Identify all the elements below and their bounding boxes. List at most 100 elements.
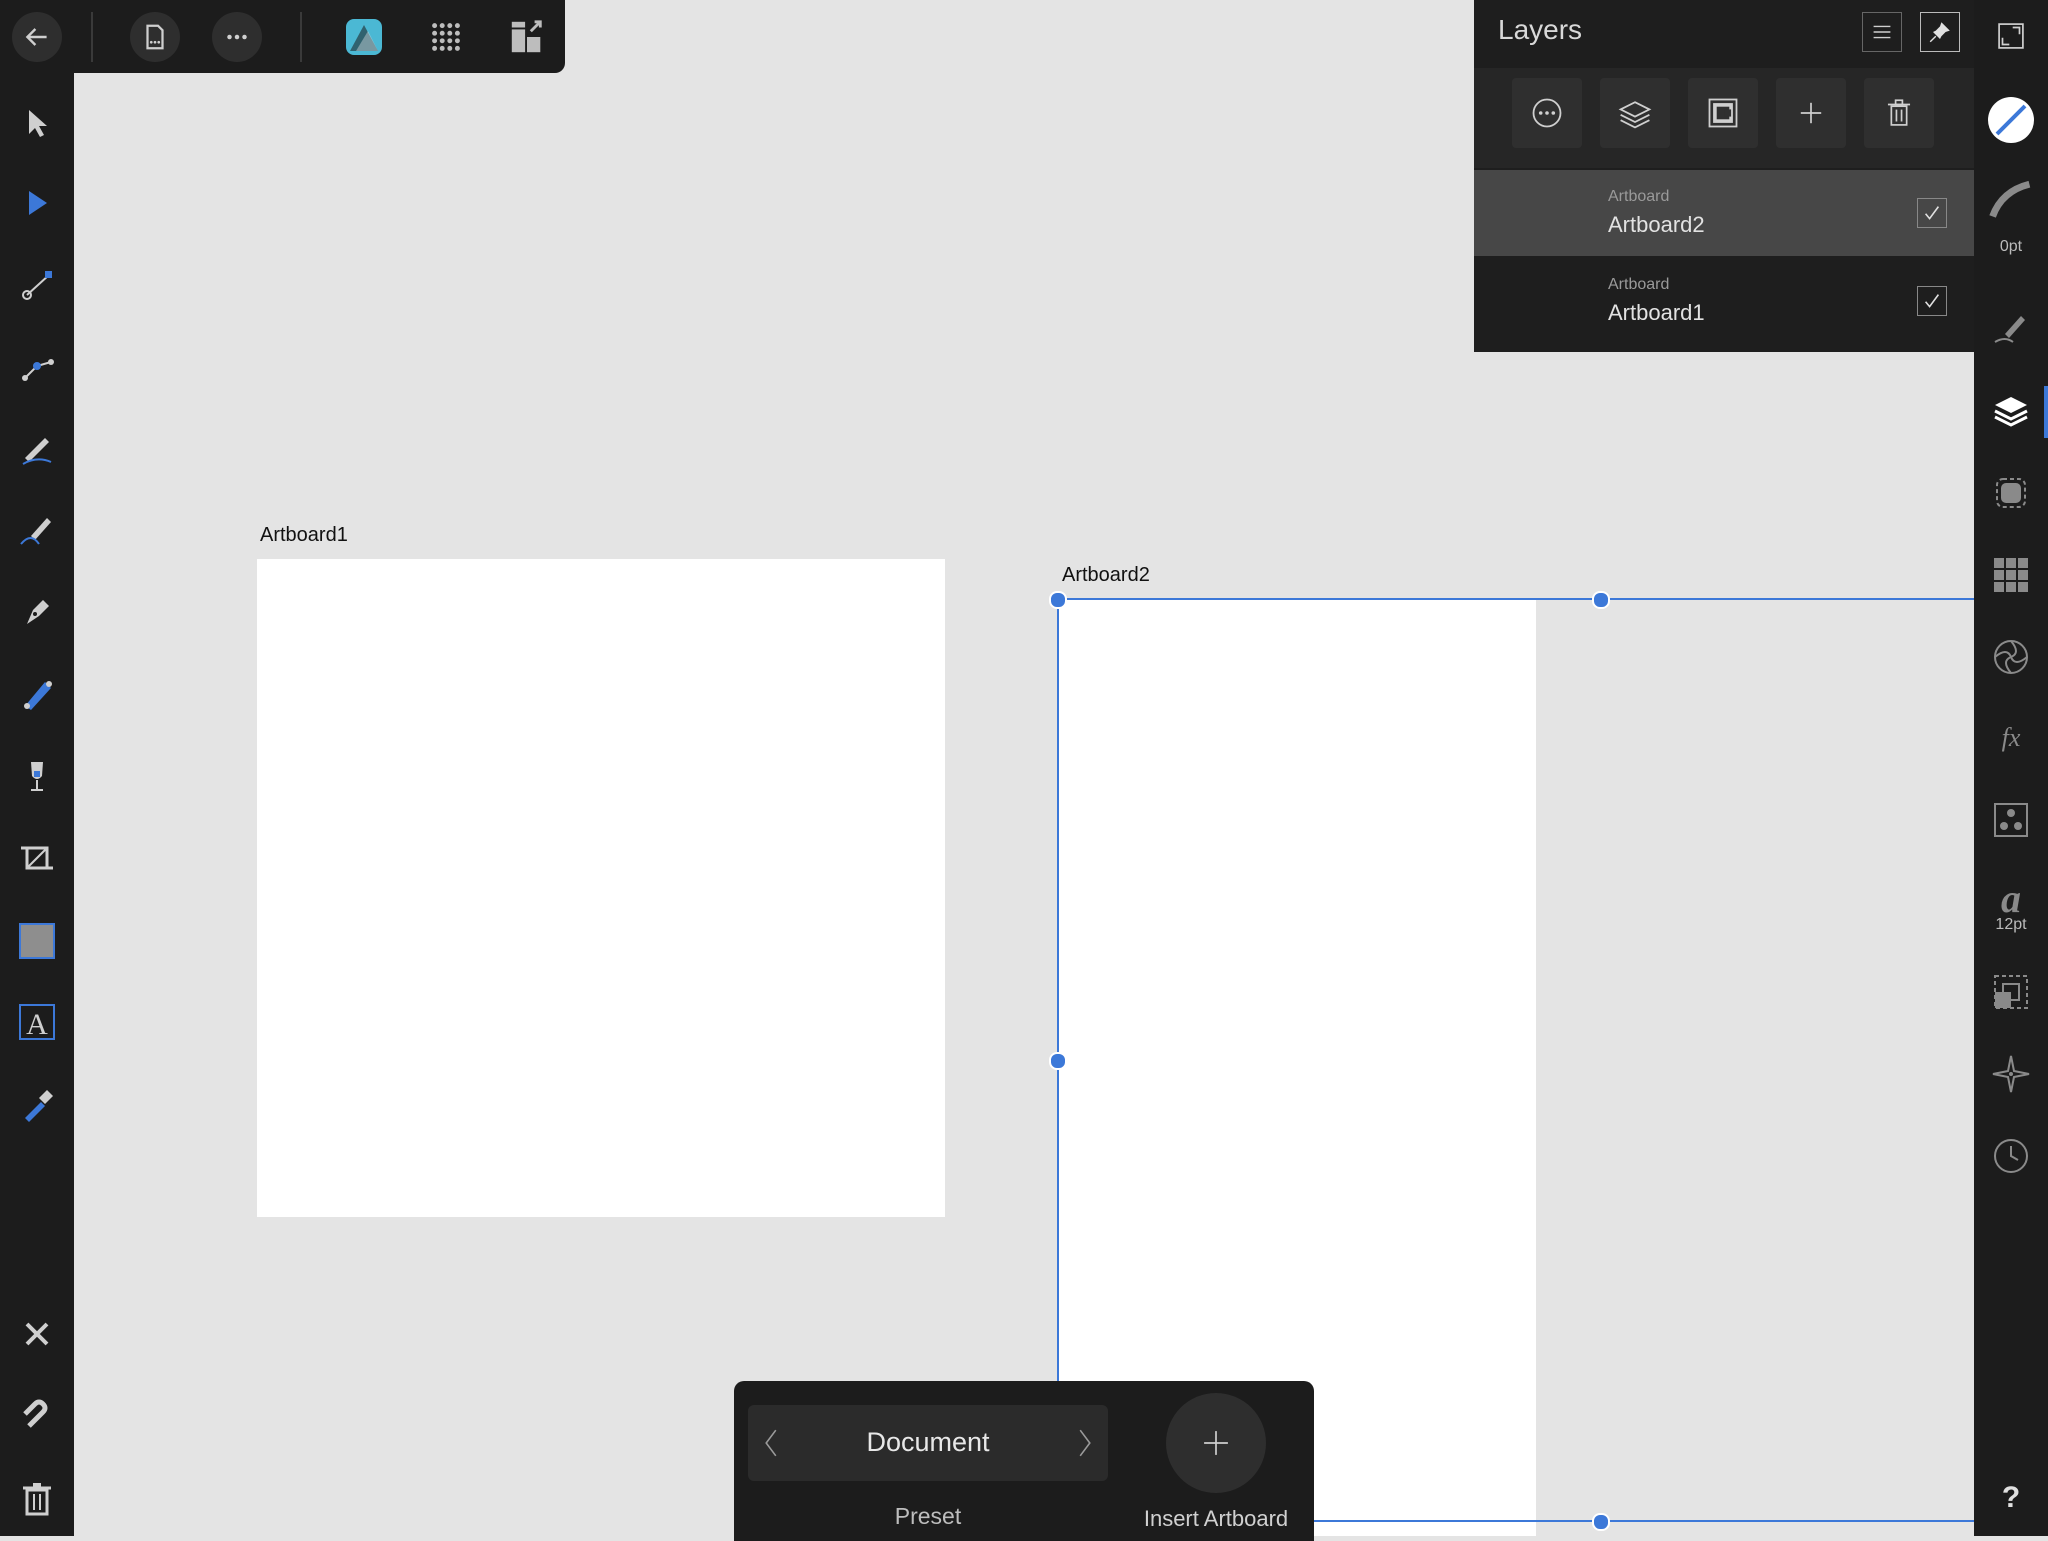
layers-panel: Layers Artboard Artboard2 Artboard Artbo… bbox=[1474, 0, 1974, 352]
chevron-right-icon bbox=[1079, 1429, 1091, 1457]
stroke-studio-button[interactable] bbox=[1981, 168, 2041, 228]
pin-icon bbox=[1929, 22, 1950, 43]
artboard2-label[interactable]: Artboard2 bbox=[1062, 564, 1150, 587]
styles-studio-button[interactable] bbox=[1981, 790, 2041, 850]
close-icon bbox=[25, 1322, 49, 1346]
layer-tools-bar bbox=[1474, 68, 1974, 168]
tools-panel: A bbox=[0, 0, 74, 1536]
snapping-tool[interactable] bbox=[7, 1386, 67, 1446]
checkmark-icon bbox=[1924, 206, 1940, 220]
layer-visibility-checkbox[interactable] bbox=[1917, 198, 1947, 228]
help-button[interactable]: ? bbox=[1981, 1468, 2041, 1528]
preset-previous-button[interactable] bbox=[756, 1425, 786, 1461]
artboard1[interactable] bbox=[257, 559, 945, 1217]
corner-tool-icon bbox=[22, 359, 54, 381]
active-studio-indicator bbox=[2044, 386, 2048, 438]
fill-tool[interactable] bbox=[7, 664, 67, 724]
history-studio-button[interactable] bbox=[1981, 1126, 2041, 1186]
layer-stack-icon bbox=[1618, 101, 1652, 129]
swatches-grid-icon bbox=[1994, 558, 2028, 592]
pen-tool[interactable] bbox=[7, 582, 67, 642]
trash-icon bbox=[1887, 99, 1911, 126]
preset-selector[interactable]: Document bbox=[748, 1405, 1108, 1481]
layer-visibility-checkbox[interactable] bbox=[1917, 286, 1947, 316]
selection-handle-bottom-middle[interactable] bbox=[1592, 1513, 1610, 1531]
designer-persona-icon bbox=[346, 19, 382, 55]
delete-layer-button[interactable] bbox=[1864, 78, 1934, 148]
back-arrow-icon bbox=[25, 28, 47, 46]
mask-layer-button[interactable] bbox=[1688, 78, 1758, 148]
pixel-persona-button[interactable] bbox=[421, 12, 471, 62]
stroke-width-value: 0pt bbox=[1999, 238, 2023, 255]
navigator-studio-button[interactable] bbox=[1981, 1044, 2041, 1104]
gradient-icon bbox=[24, 681, 52, 710]
artboard1-label[interactable]: Artboard1 bbox=[260, 524, 348, 547]
hamburger-icon bbox=[1873, 25, 1891, 39]
add-layer-button[interactable] bbox=[1600, 78, 1670, 148]
pencil-tool[interactable] bbox=[7, 418, 67, 478]
color-picker-tool[interactable] bbox=[7, 1074, 67, 1134]
insert-artboard-label: Insert Artboard bbox=[1143, 1506, 1289, 1531]
rectangle-tool[interactable] bbox=[7, 910, 67, 970]
styles-icon bbox=[1994, 803, 2028, 837]
top-bar bbox=[0, 0, 565, 73]
stroke-icon bbox=[1989, 180, 2031, 218]
brush-icon bbox=[1994, 316, 2025, 343]
artboard-tool[interactable] bbox=[7, 828, 67, 888]
transparency-tool[interactable] bbox=[7, 746, 67, 806]
layer-row-artboard1[interactable]: Artboard Artboard1 bbox=[1474, 258, 1974, 348]
layers-studio-button[interactable] bbox=[1981, 381, 2041, 441]
delete-tool[interactable] bbox=[7, 1468, 67, 1528]
corner-tool[interactable] bbox=[7, 336, 67, 396]
context-toolbar: Document Preset Insert Artboard bbox=[734, 1381, 1314, 1541]
fullscreen-button[interactable] bbox=[1981, 6, 2041, 66]
point-transform-icon bbox=[22, 271, 52, 300]
fill-color-swatch[interactable] bbox=[1981, 90, 2041, 150]
layer-row-artboard2[interactable]: Artboard Artboard2 bbox=[1474, 170, 1974, 256]
pin-panel-button[interactable] bbox=[1920, 12, 1960, 52]
studio-bar: 0pt fx a 12pt ? bbox=[1974, 0, 2048, 1536]
brushes-studio-button[interactable] bbox=[1981, 298, 2041, 358]
toolbar-divider bbox=[300, 12, 302, 62]
layer-options-button[interactable] bbox=[1512, 78, 1582, 148]
designer-persona-button[interactable] bbox=[339, 12, 389, 62]
preset-next-button[interactable] bbox=[1070, 1425, 1100, 1461]
panel-menu-button[interactable] bbox=[1862, 12, 1902, 52]
insert-artboard-button[interactable] bbox=[1166, 1393, 1266, 1493]
pencil-icon bbox=[22, 438, 52, 465]
layer-type-label: Artboard bbox=[1608, 276, 1670, 293]
export-persona-button[interactable] bbox=[502, 12, 552, 62]
text-tool[interactable]: A bbox=[7, 992, 67, 1052]
pixel-grid-icon bbox=[432, 23, 460, 51]
font-size-value: 12pt bbox=[1995, 916, 2027, 933]
selection-handle-top-left[interactable] bbox=[1049, 591, 1067, 609]
effects-studio-button[interactable] bbox=[1981, 463, 2041, 523]
more-menu-button[interactable] bbox=[212, 12, 262, 62]
plus-icon bbox=[1800, 102, 1822, 124]
move-tool[interactable] bbox=[7, 92, 67, 152]
selection-handle-middle-left[interactable] bbox=[1049, 1052, 1067, 1070]
selection-handle-top-middle[interactable] bbox=[1592, 591, 1610, 609]
point-transform-tool[interactable] bbox=[7, 255, 67, 315]
svg-text:a: a bbox=[2001, 878, 2021, 918]
layer-name: Artboard2 bbox=[1608, 212, 1705, 237]
preset-value: Document bbox=[866, 1427, 990, 1457]
magnet-icon bbox=[23, 1399, 48, 1428]
vector-brush-tool[interactable] bbox=[7, 500, 67, 560]
swatches-studio-button[interactable] bbox=[1981, 545, 2041, 605]
svg-text:A: A bbox=[26, 1008, 48, 1041]
compass-icon bbox=[1992, 1055, 2030, 1093]
back-button[interactable] bbox=[12, 12, 62, 62]
transform-studio-button[interactable] bbox=[1981, 962, 2041, 1022]
document-menu-button[interactable] bbox=[130, 12, 180, 62]
pen-icon bbox=[27, 600, 49, 624]
vector-brush-icon bbox=[20, 518, 51, 545]
close-tool[interactable] bbox=[7, 1304, 67, 1364]
clock-icon bbox=[1994, 1139, 2028, 1173]
aperture-icon bbox=[1994, 640, 2028, 674]
add-pixel-layer-button[interactable] bbox=[1776, 78, 1846, 148]
fx-studio-button[interactable]: fx bbox=[1981, 708, 2041, 768]
node-tool[interactable] bbox=[7, 173, 67, 233]
appearance-studio-button[interactable] bbox=[1981, 627, 2041, 687]
selection-square-icon bbox=[1996, 478, 2026, 508]
